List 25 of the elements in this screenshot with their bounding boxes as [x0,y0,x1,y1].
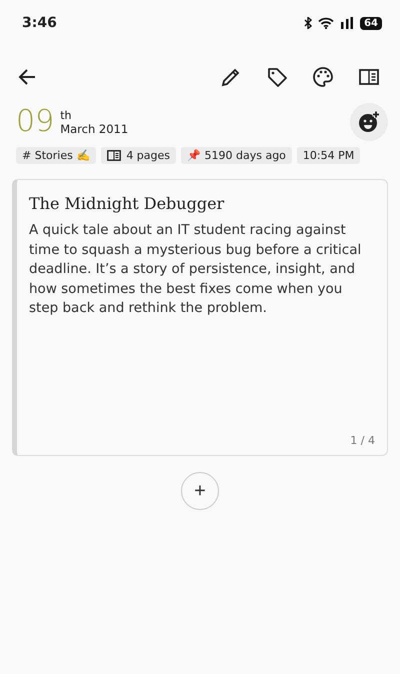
palette-icon [312,66,334,88]
date-day: 09 [16,107,54,137]
info-chip: # Stories ✍ [16,147,96,164]
smiley-plus-icon [357,110,381,134]
back-arrow-icon [17,67,37,87]
status-time: 3:46 [22,15,57,31]
note-card[interactable] [12,179,388,456]
info-chip: 10:54 PM [296,147,360,164]
info-chip: 📌 5190 days ago [181,147,292,164]
add-page-button[interactable]: + [181,472,219,510]
page-indicator: 1 / 4 [350,434,375,447]
battery-indicator: 64 [360,16,382,30]
book-icon [358,66,380,88]
note-body: A quick tale about an IT student racing against time to squash a mysterious bug before a critical deadline. It’s a story of persistence, insight, and how sometimes the best fixes come when you step back and rethink the problem. [29,221,362,318]
pencil-icon [220,66,242,88]
signal-icon [339,17,356,29]
wifi-icon [318,17,334,29]
note-title: The Midnight Debugger [29,194,226,213]
tag-icon [266,66,288,88]
pages-chip: 4 pages [101,147,176,164]
bluetooth-icon [303,17,314,29]
add-mood-button[interactable] [350,103,388,141]
date-suffix: th [60,108,72,122]
date-month-year: March 2011 [60,122,128,136]
book-icon [107,150,122,161]
